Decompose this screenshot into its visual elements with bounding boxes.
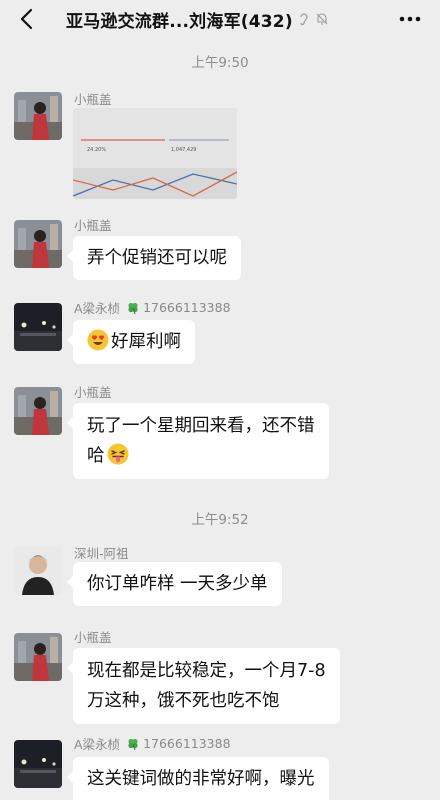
- avatar-liangyongzhen[interactable]: [14, 303, 62, 351]
- message-bubble[interactable]: 玩了一个星期回来看，还不错 哈: [67, 403, 329, 479]
- avatar-xiaopinggai[interactable]: [14, 633, 62, 681]
- image-message[interactable]: 24.20% 1,047,429: [73, 108, 237, 199]
- message-bubble[interactable]: 你订单咋样 一天多少单: [67, 562, 282, 606]
- message-bubble[interactable]: 好犀利啊: [67, 320, 195, 364]
- sender-phone: 17666113388: [143, 300, 231, 315]
- message-text-line: 现在都是比较稳定，一个月7-8: [87, 661, 326, 681]
- avatar-photo-icon: [14, 547, 62, 595]
- chat-title: 亚马逊交流群...刘海军(432): [66, 11, 293, 32]
- clover-icon: [128, 738, 138, 750]
- sender-name: 小瓶盖: [74, 385, 112, 400]
- image-label-b: 1,047,429: [171, 147, 196, 153]
- avatar-photo-icon: [14, 92, 62, 140]
- message-text: 这关键词做的非常好啊，曝光: [87, 769, 315, 789]
- message-bubble[interactable]: 弄个促销还可以呢: [67, 236, 241, 280]
- message-bubble[interactable]: 这关键词做的非常好啊，曝光: [67, 757, 329, 800]
- message-text-line: 万这种，饿不死也吃不饱: [87, 691, 280, 711]
- sender-line: A梁永桢 17666113388: [74, 298, 231, 317]
- sender-line: A梁永桢 17666113388: [74, 734, 231, 753]
- avatar-liangyongzhen[interactable]: [14, 740, 62, 788]
- sender-phone: 17666113388: [143, 736, 231, 751]
- avatar-photo-icon: [14, 740, 62, 788]
- avatar-xiaopinggai[interactable]: [14, 92, 62, 140]
- message-text: 好犀利啊: [111, 332, 181, 352]
- avatar-photo-icon: [14, 303, 62, 351]
- message-text: 哈: [87, 446, 105, 466]
- sender-name: 小瓶盖: [74, 92, 112, 107]
- avatar-photo-icon: [14, 633, 62, 681]
- mute-bell-icon: [316, 13, 328, 25]
- message-text: 弄个促销还可以呢: [87, 248, 227, 268]
- clover-icon: [128, 302, 138, 314]
- chat-header: 亚马逊交流群...刘海军(432): [0, 0, 440, 38]
- sender-name: 小瓶盖: [74, 218, 112, 233]
- ear-icon: [300, 13, 308, 26]
- sender-name: 小瓶盖: [74, 630, 112, 645]
- avatar-photo-icon: [14, 387, 62, 435]
- message-text: 你订单咋样 一天多少单: [87, 574, 268, 594]
- avatar-xiaopinggai[interactable]: [14, 220, 62, 268]
- chart-screenshot-image: 24.20% 1,047,429: [73, 108, 237, 199]
- message-bubble[interactable]: 现在都是比较稳定，一个月7-8 万这种，饿不死也吃不饱: [67, 648, 340, 724]
- avatar-shenzhen-azu[interactable]: [14, 547, 62, 595]
- message-text-line: 哈: [87, 441, 315, 471]
- message-text-line: 玩了一个星期回来看，还不错: [87, 416, 315, 436]
- avatar-photo-icon: [14, 220, 62, 268]
- sender-name: A梁永桢: [74, 301, 121, 316]
- timestamp: 上午9:50: [191, 55, 249, 71]
- avatar-xiaopinggai[interactable]: [14, 387, 62, 435]
- sender-name: A梁永桢: [74, 737, 121, 752]
- sender-name: 深圳-阿祖: [74, 546, 129, 561]
- image-label-a: 24.20%: [87, 147, 106, 153]
- more-options-icon[interactable]: [396, 8, 424, 30]
- back-arrow-icon[interactable]: [16, 6, 42, 32]
- chat-title-area[interactable]: 亚马逊交流群...刘海军(432): [66, 7, 366, 32]
- timestamp: 上午9:52: [191, 512, 249, 528]
- heart-eyes-emoji-icon: [87, 329, 109, 351]
- tongue-out-emoji-icon: [107, 443, 128, 465]
